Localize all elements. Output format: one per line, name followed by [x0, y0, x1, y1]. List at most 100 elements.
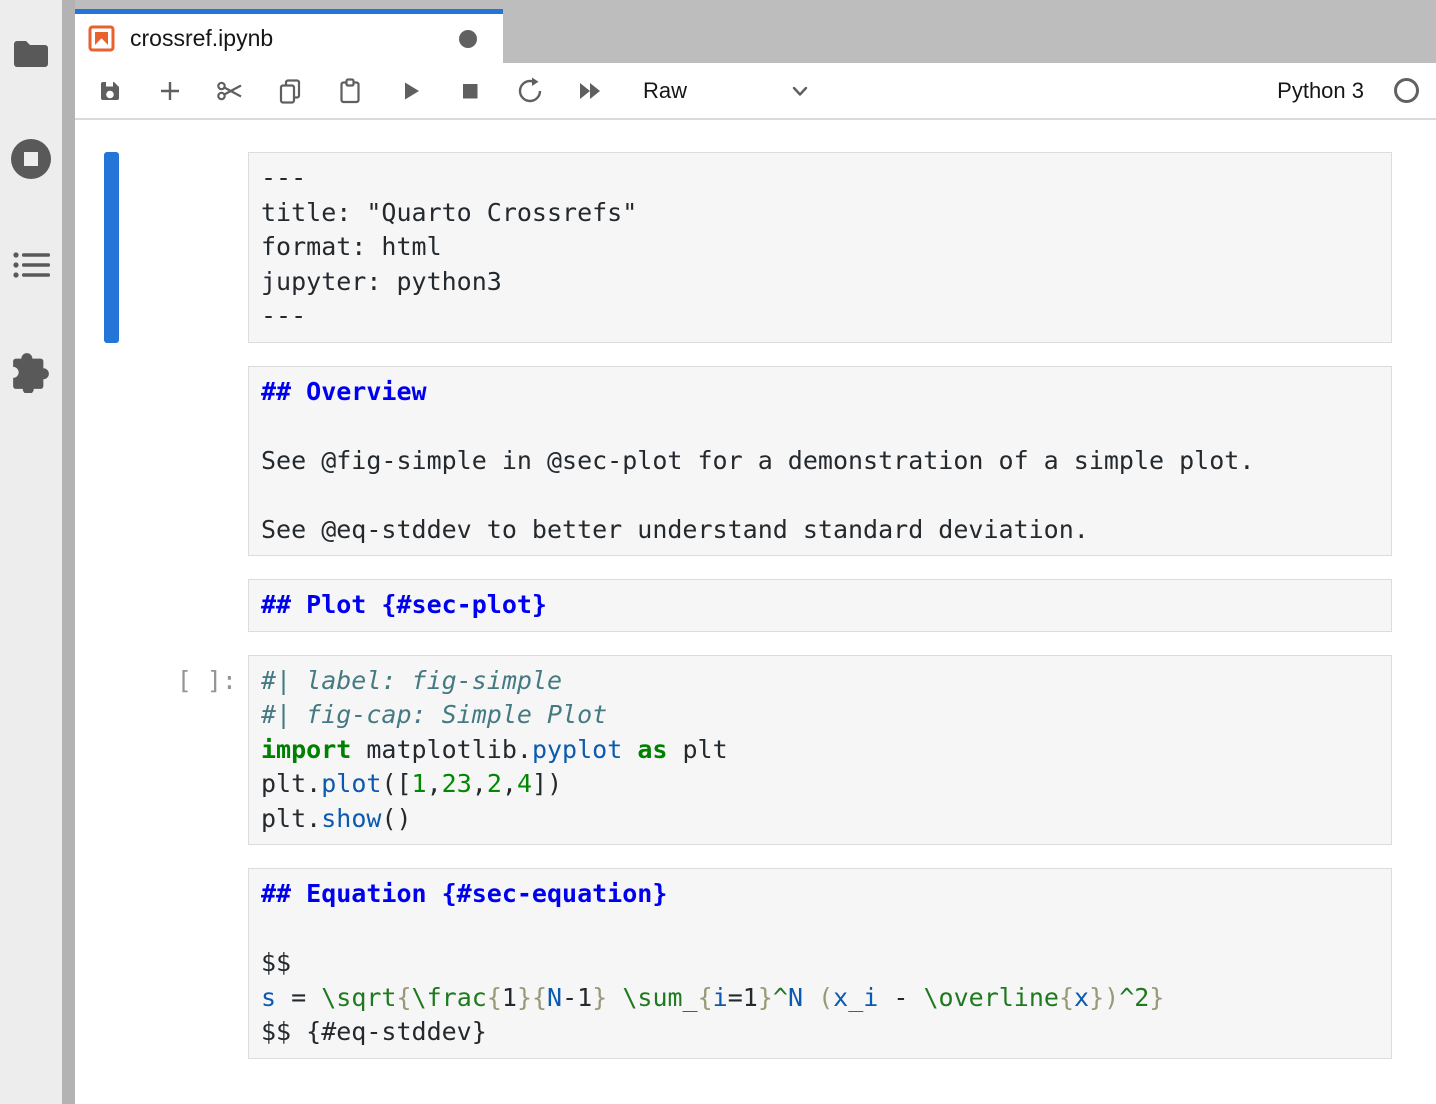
code-line: plt.plot([1,23,2,4]): [261, 767, 1379, 802]
cell-gutter: [ ]:: [75, 655, 248, 846]
token: ## Equation {#sec-equation}: [261, 879, 667, 908]
cell-editor[interactable]: --- title: "Quarto Crossrefs" format: html…: [248, 152, 1392, 343]
token: -: [878, 983, 923, 1012]
restart-kernel-button[interactable]: [517, 78, 543, 104]
code-line: title: "Quarto Crossrefs": [261, 196, 1379, 231]
code-line: [261, 912, 1379, 947]
code-line: ---: [261, 161, 1379, 196]
token: [803, 983, 818, 1012]
code-cell[interactable]: [ ]: #| label: fig-simple #| fig-cap: Simp…: [75, 655, 1436, 846]
code-line: ## Equation {#sec-equation}: [261, 877, 1379, 912]
token: {: [396, 983, 411, 1012]
token: See @eq-stddev to better understand stan…: [261, 515, 1089, 544]
copy-icon: [276, 77, 304, 105]
token: x: [1074, 983, 1089, 1012]
token: }: [592, 983, 607, 1012]
notebook-icon: [88, 25, 115, 52]
code-line: [261, 478, 1379, 513]
sidebar-item-table-of-contents[interactable]: [8, 242, 54, 288]
paste-cells-button[interactable]: [337, 78, 363, 104]
code-line: s = \sqrt{\frac{1}{N-1} \sum_{i=1}^N (x_…: [261, 981, 1379, 1016]
token: 4: [517, 769, 532, 798]
token: =1: [728, 983, 758, 1012]
token: {: [487, 983, 502, 1012]
code-line: ## Overview: [261, 375, 1379, 410]
token: title: "Quarto Crossrefs": [261, 198, 637, 227]
tab-crossref-notebook[interactable]: crossref.ipynb: [75, 9, 503, 63]
sidebar-item-running-kernels[interactable]: [8, 136, 54, 182]
token: $$: [261, 948, 291, 977]
markdown-cell[interactable]: ## Overview See @fig-simple in @sec-plot …: [75, 366, 1436, 557]
token: ([: [381, 769, 411, 798]
clipboard-icon: [336, 77, 364, 105]
code-line: ---: [261, 299, 1379, 334]
kernel-status-icon[interactable]: [1394, 78, 1419, 103]
play-icon: [396, 77, 424, 105]
token: =: [276, 983, 321, 1012]
execution-prompt: [ ]:: [177, 664, 237, 699]
notebook-toolbar: Raw Python 3: [75, 63, 1436, 120]
cell-editor[interactable]: ## Plot {#sec-plot}: [248, 579, 1392, 632]
token: {: [698, 983, 713, 1012]
code-line: format: html: [261, 230, 1379, 265]
sidebar-item-file-browser[interactable]: [8, 30, 54, 76]
raw-cell[interactable]: --- title: "Quarto Crossrefs" format: html…: [75, 152, 1436, 343]
token: 2: [487, 769, 502, 798]
notebook-panel[interactable]: --- title: "Quarto Crossrefs" format: html…: [75, 120, 1436, 1104]
code-line: See @fig-simple in @sec-plot for a demon…: [261, 444, 1379, 479]
token: \sqrt: [321, 983, 396, 1012]
kernel-name[interactable]: Python 3: [1277, 78, 1364, 104]
cell-editor[interactable]: ## Equation {#sec-equation}$$s = \sqrt{\…: [248, 868, 1392, 1059]
token: {: [1059, 983, 1074, 1012]
cell-gutter: [75, 152, 248, 343]
token: 1: [412, 769, 427, 798]
copy-cells-button[interactable]: [277, 78, 303, 104]
activity-bar: [0, 0, 62, 1104]
token: 23: [442, 769, 472, 798]
save-button[interactable]: [97, 78, 123, 104]
code-line: See @eq-stddev to better understand stan…: [261, 513, 1379, 548]
cut-cells-button[interactable]: [217, 78, 243, 104]
cell-editor[interactable]: ## Overview See @fig-simple in @sec-plot …: [248, 366, 1392, 557]
run-all-cells-button[interactable]: [577, 78, 603, 104]
run-cell-button[interactable]: [397, 78, 423, 104]
token: plot: [321, 769, 381, 798]
save-icon: [96, 77, 124, 105]
token: #| label: fig-simple: [261, 666, 562, 695]
active-cell-indicator[interactable]: [104, 152, 119, 343]
restart-icon: [515, 76, 545, 106]
notebook-cells: --- title: "Quarto Crossrefs" format: html…: [75, 152, 1436, 1059]
folder-icon: [12, 38, 50, 69]
token: pyplot: [532, 735, 622, 764]
scissors-icon: [215, 77, 245, 105]
token: }{: [517, 983, 547, 1012]
token: -1: [562, 983, 592, 1012]
token: format: html: [261, 232, 442, 261]
unsaved-changes-indicator[interactable]: [459, 30, 477, 48]
sidebar-item-extensions[interactable]: [8, 348, 54, 394]
markdown-cell[interactable]: ## Equation {#sec-equation}$$s = \sqrt{\…: [75, 868, 1436, 1059]
token: ^: [773, 983, 788, 1012]
jupyterlab-window: crossref.ipynb: [0, 0, 1436, 1104]
token: ^2: [1119, 983, 1149, 1012]
running-kernels-icon: [10, 138, 52, 180]
token: _: [848, 983, 863, 1012]
token: }: [758, 983, 773, 1012]
token: $$ {#eq-stddev}: [261, 1017, 487, 1046]
token: ---: [261, 163, 306, 192]
cell-editor[interactable]: #| label: fig-simple #| fig-cap: Simple P…: [248, 655, 1392, 846]
markdown-cell[interactable]: ## Plot {#sec-plot}: [75, 579, 1436, 632]
token: ---: [261, 301, 306, 330]
token: }): [1089, 983, 1119, 1012]
code-line: #| fig-cap: Simple Plot: [261, 698, 1379, 733]
token: jupyter: python3: [261, 267, 502, 296]
stop-icon: [456, 77, 484, 105]
cell-type-dropdown[interactable]: Raw: [643, 78, 813, 104]
insert-cell-button[interactable]: [157, 78, 183, 104]
token: matplotlib.: [351, 735, 532, 764]
interrupt-kernel-button[interactable]: [457, 78, 483, 104]
token: #| fig-cap: Simple Plot: [261, 700, 607, 729]
token: 1: [502, 983, 517, 1012]
sidebar-border: [62, 0, 75, 1104]
token: N: [547, 983, 562, 1012]
